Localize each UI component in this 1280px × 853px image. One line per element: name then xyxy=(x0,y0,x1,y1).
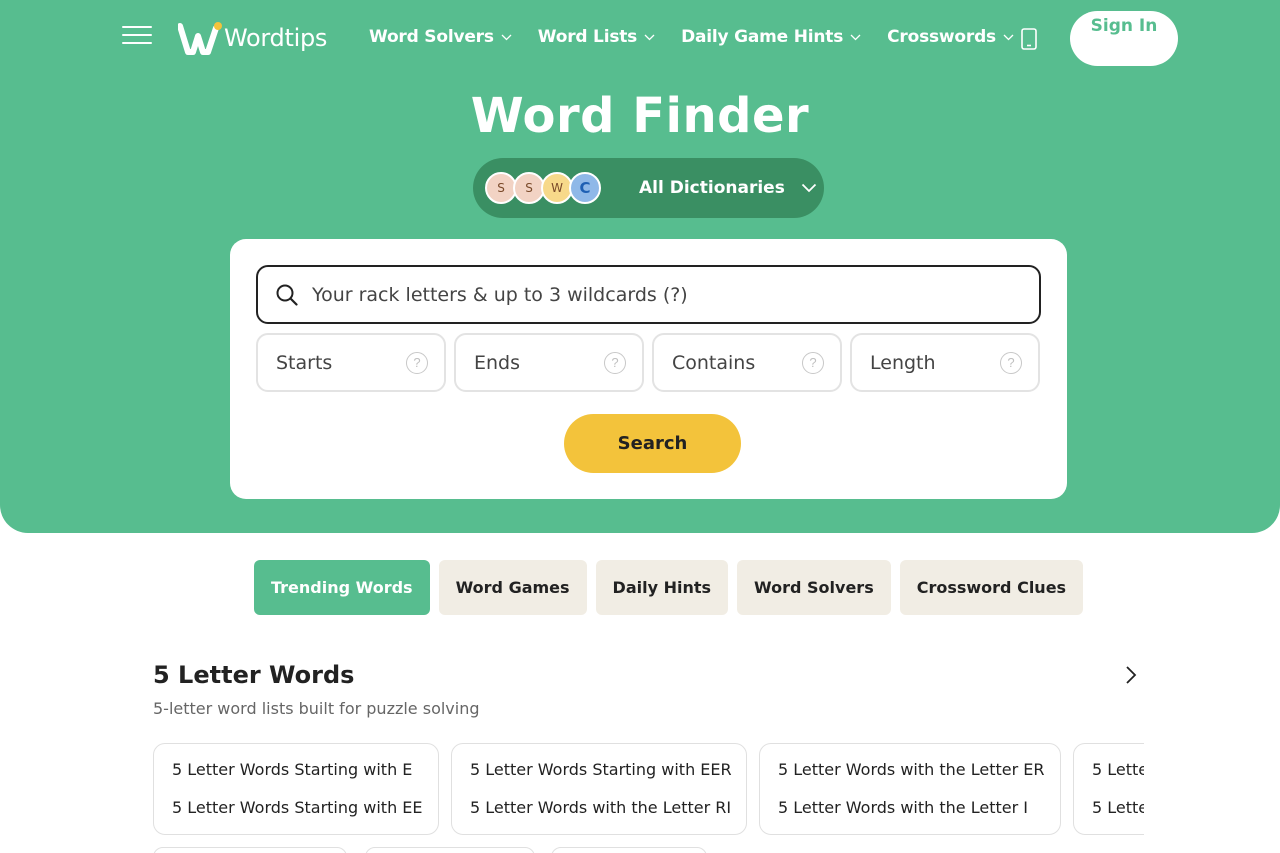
tab-trending-words[interactable]: Trending Words xyxy=(254,560,430,615)
ends-field[interactable]: Ends ? xyxy=(454,333,644,392)
mobile-app-icon[interactable] xyxy=(1020,28,1038,50)
word-list-link[interactable]: 5 Letter Words Starting with E xyxy=(172,760,420,779)
chevron-right-icon[interactable] xyxy=(1121,664,1141,686)
badge-letter: W xyxy=(551,181,563,195)
chevron-down-icon xyxy=(801,183,816,193)
badge-letter: S xyxy=(497,181,505,195)
wordtips-logo[interactable]: Wordtips xyxy=(177,20,328,56)
ends-label: Ends xyxy=(474,351,521,374)
tab-word-games[interactable]: Word Games xyxy=(438,560,587,615)
help-icon[interactable]: ? xyxy=(604,351,626,374)
collins-badge-icon: C xyxy=(569,172,601,204)
word-list-cards: 5 Letter Words Starting with E 5 Letter … xyxy=(153,743,1144,853)
tab-daily-hints[interactable]: Daily Hints xyxy=(595,560,729,615)
nav-label: Word Solvers xyxy=(369,27,494,47)
rack-letters-input[interactable] xyxy=(312,283,992,306)
contains-label: Contains xyxy=(672,351,756,374)
chevron-down-icon xyxy=(644,34,655,40)
dictionary-label: All Dictionaries xyxy=(639,178,785,198)
word-list-card: 5 Letter Words Starting with E 5 Letter … xyxy=(153,743,439,835)
dictionary-badges: S S W C xyxy=(485,170,615,206)
nav-label: Crosswords xyxy=(887,27,996,47)
tab-crossword-clues[interactable]: Crossword Clues xyxy=(899,560,1084,615)
search-card: Starts ? Ends ? Contains ? Length ? Sear… xyxy=(230,239,1067,499)
contains-field[interactable]: Contains ? xyxy=(652,333,842,392)
word-list-link[interactable]: 5 Letter Words with the Letter RI xyxy=(470,798,731,817)
section-title: 5 Letter Words xyxy=(153,661,355,689)
word-list-link[interactable]: 5 Letter Words Starting with EER xyxy=(470,760,732,779)
dictionary-selector[interactable]: S S W C All Dictionaries xyxy=(473,158,824,218)
logo-mark-icon xyxy=(177,20,222,56)
word-list-card xyxy=(365,847,535,853)
hamburger-menu-icon[interactable] xyxy=(122,26,152,50)
tab-word-solvers[interactable]: Word Solvers xyxy=(737,560,891,615)
starts-label: Starts xyxy=(276,351,333,374)
search-button[interactable]: Search xyxy=(564,414,741,473)
chevron-down-icon xyxy=(1003,34,1014,40)
filter-row: Starts ? Ends ? Contains ? Length ? xyxy=(256,333,1040,392)
chevron-down-icon xyxy=(850,34,861,40)
nav-label: Daily Game Hints xyxy=(681,27,844,47)
length-label: Length xyxy=(870,351,936,374)
word-list-link[interactable]: 5 Letter Words Starting with EE xyxy=(172,798,423,817)
word-list-card xyxy=(551,847,707,853)
rack-letters-field[interactable] xyxy=(256,265,1041,324)
word-list-card: 5 Letter Words Starting with O 5 Letter … xyxy=(1073,743,1144,835)
search-icon xyxy=(276,284,298,306)
badge-letter: S xyxy=(525,181,533,195)
help-icon[interactable]: ? xyxy=(802,351,824,374)
nav-crosswords[interactable]: Crosswords xyxy=(887,27,1014,47)
nav-word-solvers[interactable]: Word Solvers xyxy=(369,27,512,47)
word-list-card: 5 Letter Words with the Letter ER 5 Lett… xyxy=(759,743,1061,835)
length-field[interactable]: Length ? xyxy=(850,333,1040,392)
page-title: Word Finder xyxy=(470,88,810,144)
word-list-link[interactable]: 5 Letter Words with the Letter ER xyxy=(778,760,1044,779)
category-tabs: Trending Words Word Games Daily Hints Wo… xyxy=(254,560,1092,615)
nav-daily-game-hints[interactable]: Daily Game Hints xyxy=(681,27,861,47)
starts-field[interactable]: Starts ? xyxy=(256,333,446,392)
sign-in-button[interactable]: Sign In xyxy=(1070,11,1178,66)
nav-label: Word Lists xyxy=(537,27,638,47)
help-icon[interactable]: ? xyxy=(406,351,428,374)
section-subtitle: 5-letter word lists built for puzzle sol… xyxy=(153,699,480,718)
word-list-card: 5 Letter Words Starting with EER 5 Lette… xyxy=(451,743,747,835)
badge-letter: C xyxy=(579,179,591,197)
nav-word-lists[interactable]: Word Lists xyxy=(538,27,655,47)
chevron-down-icon xyxy=(501,34,512,40)
word-list-link[interactable]: 5 Letter Words Starting with T xyxy=(1092,798,1144,817)
logo-text: Wordtips xyxy=(224,24,328,52)
main-nav: Word Solvers Word Lists Daily Game Hints… xyxy=(369,27,1040,47)
help-icon[interactable]: ? xyxy=(1000,351,1022,374)
word-list-card xyxy=(153,847,347,853)
word-list-link[interactable]: 5 Letter Words Starting with O xyxy=(1092,760,1144,779)
word-list-link[interactable]: 5 Letter Words with the Letter I xyxy=(778,798,1042,817)
